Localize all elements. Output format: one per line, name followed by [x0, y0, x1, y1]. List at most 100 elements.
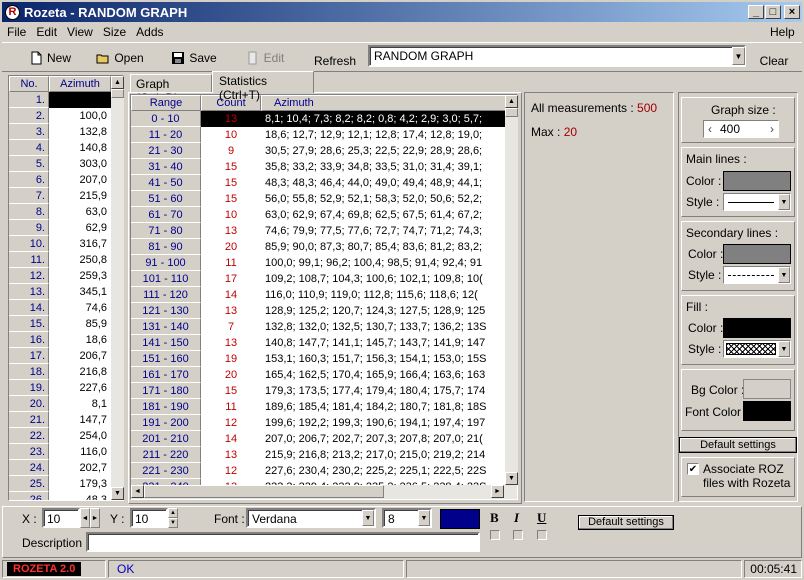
- tab-graph[interactable]: Graph (Ctrl+D): [130, 74, 212, 105]
- azimuth-list-cell[interactable]: 116,0; 110,9; 119,0; 112,8; 115,6; 118,6…: [261, 287, 507, 303]
- new-button[interactable]: New: [22, 46, 78, 70]
- azimuth-cell[interactable]: 140,8: [49, 140, 111, 156]
- table-row[interactable]: 4. 140,8: [9, 140, 111, 156]
- table-row[interactable]: 17. 206,7: [9, 348, 111, 364]
- azimuth-cell[interactable]: [49, 92, 111, 108]
- azimuth-cell[interactable]: 179,3: [49, 476, 111, 492]
- azimuth-list-cell[interactable]: 207,0; 206,7; 202,7; 207,3; 207,8; 207,0…: [261, 431, 507, 447]
- font-color-swatch[interactable]: [743, 401, 791, 421]
- menu-view[interactable]: View: [62, 25, 98, 39]
- count-cell[interactable]: 13: [201, 447, 261, 463]
- table-row[interactable]: 31 - 40 15 35,8; 33,2; 33,9; 34,8; 33,5; 3…: [131, 159, 507, 175]
- table-row[interactable]: 14. 74,6: [9, 300, 111, 316]
- secondary-lines-style-combo[interactable]: ▼: [723, 266, 791, 284]
- refresh-button[interactable]: Refresh: [310, 46, 360, 70]
- azimuth-list-cell[interactable]: 85,9; 90,0; 87,3; 80,7; 85,4; 83,6; 81,2…: [261, 239, 507, 255]
- count-cell[interactable]: 14: [201, 287, 261, 303]
- y-decrement-icon[interactable]: ▼: [168, 518, 178, 528]
- count-cell[interactable]: 20: [201, 239, 261, 255]
- count-cell[interactable]: 19: [201, 351, 261, 367]
- table-row[interactable]: 18. 216,8: [9, 364, 111, 380]
- table-row[interactable]: 6. 207,0: [9, 172, 111, 188]
- minimize-button[interactable]: _: [748, 5, 764, 19]
- menu-adds[interactable]: Adds: [131, 25, 168, 39]
- azimuth-list-cell[interactable]: 179,3; 173,5; 177,4; 179,4; 180,4; 175,7…: [261, 383, 507, 399]
- azimuth-cell[interactable]: 250,8: [49, 252, 111, 268]
- count-cell[interactable]: 15: [201, 383, 261, 399]
- maximize-button[interactable]: □: [765, 5, 781, 19]
- count-cell[interactable]: 13: [201, 335, 261, 351]
- y-increment-icon[interactable]: ▲: [168, 508, 178, 518]
- table-row[interactable]: 22. 254,0: [9, 428, 111, 444]
- azimuth-cell[interactable]: 116,0: [49, 444, 111, 460]
- fill-color-swatch[interactable]: [723, 318, 791, 338]
- azimuth-cell[interactable]: 132,8: [49, 124, 111, 140]
- column-header-range[interactable]: Range: [131, 95, 201, 111]
- bottom-default-settings-button[interactable]: Default settings: [578, 515, 674, 530]
- azimuth-list-cell[interactable]: 30,5; 27,9; 28,6; 25,3; 22,5; 22,9; 28,9…: [261, 143, 507, 159]
- menu-size[interactable]: Size: [98, 25, 131, 39]
- table-row[interactable]: 16. 18,6: [9, 332, 111, 348]
- azimuth-cell[interactable]: 216,8: [49, 364, 111, 380]
- count-cell[interactable]: 20: [201, 367, 261, 383]
- table-row[interactable]: 61 - 70 10 63,0; 62,9; 67,4; 69,8; 62,5; 6…: [131, 207, 507, 223]
- azimuth-list-cell[interactable]: 18,6; 12,7; 12,9; 12,1; 12,8; 17,4; 12,8…: [261, 127, 507, 143]
- table-row[interactable]: 23. 116,0: [9, 444, 111, 460]
- column-header-no[interactable]: No.: [9, 76, 49, 92]
- count-cell[interactable]: 10: [201, 207, 261, 223]
- open-button[interactable]: Open: [92, 46, 148, 70]
- azimuth-list-cell[interactable]: 8,1; 10,4; 7,3; 8,2; 8,2; 0,8; 4,2; 2,9;…: [261, 111, 507, 127]
- table-row[interactable]: 12. 259,3: [9, 268, 111, 284]
- azimuth-list-cell[interactable]: 74,6; 79,9; 77,5; 77,6; 72,7; 74,7; 71,2…: [261, 223, 507, 239]
- azimuth-cell[interactable]: 207,0: [49, 172, 111, 188]
- azimuth-cell[interactable]: 202,7: [49, 460, 111, 476]
- azimuth-cell[interactable]: 18,6: [49, 332, 111, 348]
- count-cell[interactable]: 11: [201, 399, 261, 415]
- table-row[interactable]: 2. 100,0: [9, 108, 111, 124]
- count-cell[interactable]: 10: [201, 127, 261, 143]
- azimuth-cell[interactable]: 74,6: [49, 300, 111, 316]
- scroll-right-icon[interactable]: ►: [491, 485, 504, 498]
- statistics-grid[interactable]: Range Count Azimuth 0 - 10 13 8,1; 10,4; 7…: [130, 94, 518, 500]
- italic-button[interactable]: I: [514, 510, 519, 526]
- azimuth-cell[interactable]: 85,9: [49, 316, 111, 332]
- secondary-lines-color-swatch[interactable]: [723, 244, 791, 264]
- save-button[interactable]: Save: [166, 46, 222, 70]
- table-row[interactable]: 26. 48,3: [9, 492, 111, 500]
- azimuth-list-cell[interactable]: 63,0; 62,9; 67,4; 69,8; 62,5; 67,5; 61,4…: [261, 207, 507, 223]
- table-row[interactable]: 81 - 90 20 85,9; 90,0; 87,3; 80,7; 85,4; 8…: [131, 239, 507, 255]
- associate-checkbox[interactable]: ✔: [687, 463, 699, 475]
- underline-checkbox[interactable]: [537, 530, 547, 540]
- underline-button[interactable]: U: [537, 510, 546, 526]
- azimuth-list-cell[interactable]: 56,0; 55,8; 52,9; 52,1; 58,3; 52,0; 50,6…: [261, 191, 507, 207]
- chevron-down-icon[interactable]: ▼: [778, 267, 790, 283]
- table-row[interactable]: 21. 147,7: [9, 412, 111, 428]
- main-lines-style-combo[interactable]: ▼: [723, 193, 791, 211]
- count-cell[interactable]: 15: [201, 191, 261, 207]
- chevron-down-icon[interactable]: ▼: [778, 194, 790, 210]
- azimuth-cell[interactable]: 147,7: [49, 412, 111, 428]
- default-settings-button[interactable]: Default settings: [679, 437, 797, 453]
- font-select[interactable]: Verdana: [246, 508, 376, 528]
- table-row[interactable]: 20. 8,1: [9, 396, 111, 412]
- count-cell[interactable]: 7: [201, 319, 261, 335]
- graph-size-spinner[interactable]: ‹ 400 ›: [703, 120, 779, 138]
- table-row[interactable]: 5. 303,0: [9, 156, 111, 172]
- table-row[interactable]: 9. 62,9: [9, 220, 111, 236]
- count-cell[interactable]: 13: [201, 223, 261, 239]
- azimuth-cell[interactable]: 227,6: [49, 380, 111, 396]
- main-lines-color-swatch[interactable]: [723, 171, 791, 191]
- scroll-thumb[interactable]: [505, 108, 518, 117]
- x-decrement-icon[interactable]: ◄: [80, 508, 90, 528]
- table-row[interactable]: 15. 85,9: [9, 316, 111, 332]
- scroll-up-icon[interactable]: ▲: [111, 76, 124, 89]
- azimuth-list-cell[interactable]: 215,9; 216,8; 213,2; 217,0; 215,0; 219,2…: [261, 447, 507, 463]
- table-row[interactable]: 8. 63,0: [9, 204, 111, 220]
- table-row[interactable]: 41 - 50 15 48,3; 48,3; 46,4; 44,0; 49,0; 4…: [131, 175, 507, 191]
- menu-help[interactable]: Help: [770, 25, 795, 39]
- menu-edit[interactable]: Edit: [31, 25, 62, 39]
- chevron-down-icon[interactable]: ▼: [778, 341, 790, 357]
- azimuth-list-cell[interactable]: 128,9; 125,2; 120,7; 124,3; 127,5; 128,9…: [261, 303, 507, 319]
- table-row[interactable]: 24. 202,7: [9, 460, 111, 476]
- menu-file[interactable]: File: [2, 25, 31, 39]
